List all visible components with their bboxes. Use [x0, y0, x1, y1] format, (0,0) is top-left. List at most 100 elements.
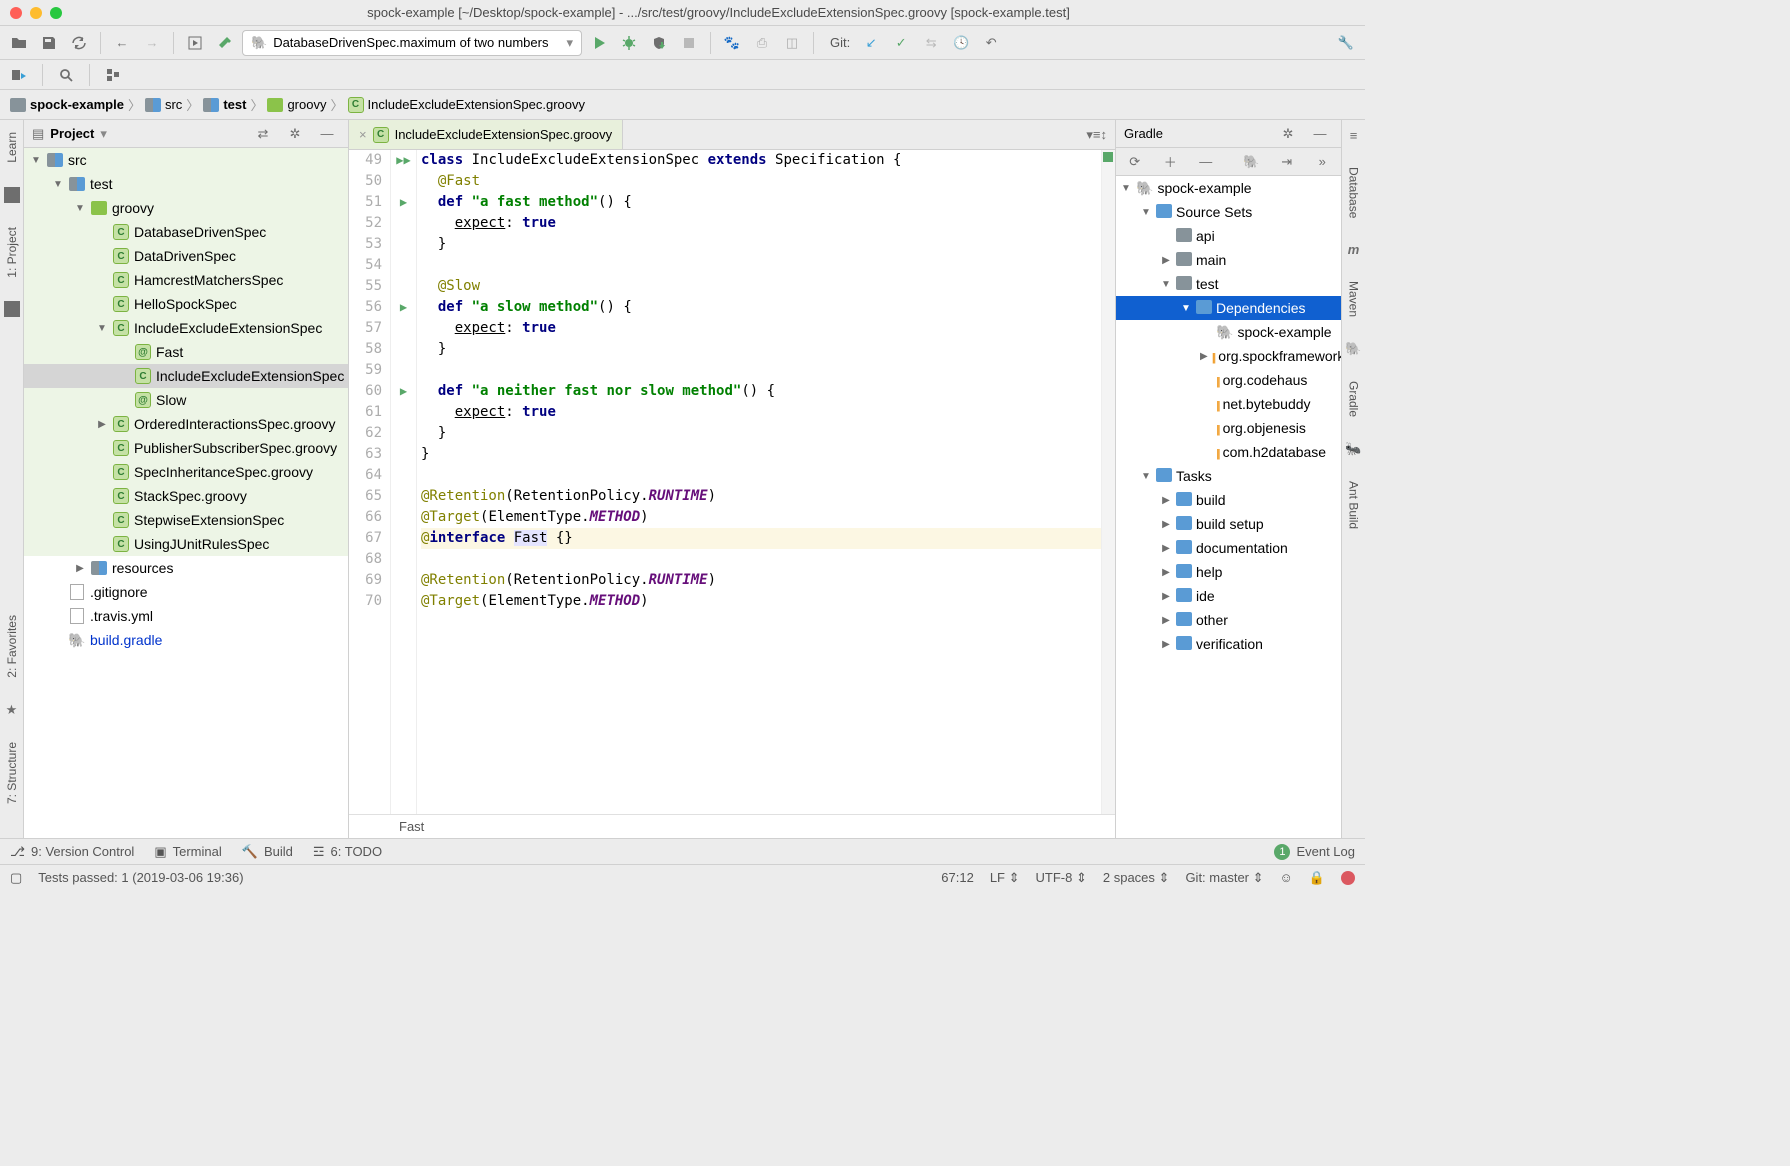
- panel-title[interactable]: Project: [50, 126, 94, 141]
- tree-row[interactable]: ▶verification: [1116, 632, 1341, 656]
- expand-arrow-icon[interactable]: ▼: [1120, 183, 1132, 194]
- tree-row[interactable]: .travis.yml: [24, 604, 348, 628]
- gradle-elephant-icon[interactable]: 🐘: [1239, 149, 1265, 175]
- caret-position[interactable]: 67:12: [941, 870, 974, 885]
- git-compare-icon[interactable]: ⇆: [918, 30, 944, 56]
- tree-row[interactable]: .gitignore: [24, 580, 348, 604]
- expand-arrow-icon[interactable]: ▼: [74, 203, 86, 214]
- tool-build[interactable]: 🔨Build: [242, 844, 293, 860]
- select-in-icon[interactable]: [6, 62, 32, 88]
- lock-icon[interactable]: 🔒: [1309, 870, 1325, 886]
- indent[interactable]: 2 spaces ⇕: [1103, 870, 1170, 886]
- gradle-tree[interactable]: ▼🐘spock-example▼Source Setsapi▶main▼test…: [1116, 176, 1341, 838]
- git-commit-icon[interactable]: ✓: [888, 30, 914, 56]
- chevron-down-icon[interactable]: ▾: [100, 126, 107, 142]
- tree-row[interactable]: ▶other: [1116, 608, 1341, 632]
- gear-icon[interactable]: ✲: [282, 121, 308, 147]
- line-separator[interactable]: LF ⇕: [990, 870, 1020, 886]
- tree-row[interactable]: CSpecInheritanceSpec.groovy: [24, 460, 348, 484]
- breadcrumb-item[interactable]: groovy: [267, 97, 326, 113]
- tree-row[interactable]: ▼test: [24, 172, 348, 196]
- hammer-icon[interactable]: [212, 30, 238, 56]
- expand-arrow-icon[interactable]: ▶: [1200, 351, 1208, 362]
- expand-arrow-icon[interactable]: ▼: [1180, 303, 1192, 314]
- expand-arrow-icon[interactable]: ▼: [30, 155, 42, 166]
- tree-row[interactable]: ▼test: [1116, 272, 1341, 296]
- tree-row[interactable]: @Fast: [24, 340, 348, 364]
- profiler-icon[interactable]: 🐾: [719, 30, 745, 56]
- tree-row[interactable]: ▼CIncludeExcludeExtensionSpec: [24, 316, 348, 340]
- tree-row[interactable]: CDataDrivenSpec: [24, 244, 348, 268]
- project-tree[interactable]: ▼src▼test▼groovyCDatabaseDrivenSpecCData…: [24, 148, 348, 838]
- gear-icon[interactable]: ✲: [1275, 121, 1301, 147]
- zoom-window-icon[interactable]: [50, 7, 62, 19]
- tree-row[interactable]: @Slow: [24, 388, 348, 412]
- encoding[interactable]: UTF-8 ⇕: [1036, 870, 1087, 886]
- attach-icon[interactable]: ⎙: [749, 30, 775, 56]
- error-badge-icon[interactable]: [1341, 871, 1355, 885]
- event-log[interactable]: 1Event Log: [1274, 844, 1355, 860]
- tool-version-control[interactable]: ⎇9: Version Control: [10, 844, 134, 860]
- tree-row[interactable]: ▶resources: [24, 556, 348, 580]
- expand-arrow-icon[interactable]: ▼: [1160, 279, 1172, 290]
- tool-tab-maven[interactable]: Maven: [1345, 277, 1363, 321]
- breadcrumb-item[interactable]: CIncludeExcludeExtensionSpec.groovy: [348, 97, 586, 113]
- tree-row[interactable]: ▶COrderedInteractionsSpec.groovy: [24, 412, 348, 436]
- tree-row[interactable]: CPublisherSubscriberSpec.groovy: [24, 436, 348, 460]
- open-icon[interactable]: [6, 30, 32, 56]
- inspector-icon[interactable]: ☺: [1280, 870, 1293, 885]
- tree-row[interactable]: |||net.bytebuddy: [1116, 392, 1341, 416]
- hide-icon[interactable]: —: [314, 121, 340, 147]
- tree-row[interactable]: CHamcrestMatchersSpec: [24, 268, 348, 292]
- minus-icon[interactable]: —: [1193, 149, 1219, 175]
- tree-row[interactable]: |||org.objenesis: [1116, 416, 1341, 440]
- git-revert-icon[interactable]: ↶: [978, 30, 1004, 56]
- search-icon[interactable]: [53, 62, 79, 88]
- refresh-icon[interactable]: ⟳: [1122, 149, 1148, 175]
- reader-mode-icon[interactable]: ▾≡↕: [1086, 127, 1107, 143]
- stop-icon[interactable]: [676, 30, 702, 56]
- editor-body[interactable]: 4950515253545556575859606162636465666768…: [349, 150, 1115, 814]
- expand-arrow-icon[interactable]: ▶: [1160, 639, 1172, 650]
- tree-row[interactable]: 🐘spock-example: [1116, 320, 1341, 344]
- expand-arrow-icon[interactable]: ▼: [96, 323, 108, 334]
- breadcrumb-item[interactable]: spock-example: [10, 97, 124, 113]
- expand-arrow-icon[interactable]: ▼: [1140, 471, 1152, 482]
- more-icon[interactable]: »: [1310, 149, 1336, 175]
- tree-row[interactable]: ▶|||org.spockframework: [1116, 344, 1341, 368]
- git-history-icon[interactable]: 🕓: [948, 30, 974, 56]
- structure-icon[interactable]: [100, 62, 126, 88]
- forward-icon[interactable]: →: [139, 30, 165, 56]
- expand-arrow-icon[interactable]: ▼: [1140, 207, 1152, 218]
- tree-row[interactable]: ▼groovy: [24, 196, 348, 220]
- tree-row[interactable]: CDatabaseDrivenSpec: [24, 220, 348, 244]
- tool-todo[interactable]: ☲6: TODO: [313, 844, 382, 860]
- scroll-from-icon[interactable]: ⇄: [250, 121, 276, 147]
- tree-row[interactable]: CStackSpec.groovy: [24, 484, 348, 508]
- tool-tab-favorites[interactable]: 2: Favorites: [3, 611, 21, 682]
- back-icon[interactable]: ←: [109, 30, 135, 56]
- build-icon[interactable]: [182, 30, 208, 56]
- expand-arrow-icon[interactable]: ▶: [1160, 567, 1172, 578]
- tree-row[interactable]: ▼Tasks: [1116, 464, 1341, 488]
- editor-breadcrumb[interactable]: Fast: [349, 814, 1115, 838]
- tool-windows-icon[interactable]: ▢: [10, 870, 22, 886]
- git-update-icon[interactable]: ↙: [858, 30, 884, 56]
- tree-row[interactable]: ▶ide: [1116, 584, 1341, 608]
- expand-arrow-icon[interactable]: ▶: [1160, 495, 1172, 506]
- expand-icon[interactable]: ⇥: [1274, 149, 1300, 175]
- editor-tab[interactable]: × C IncludeExcludeExtensionSpec.groovy: [349, 120, 623, 149]
- expand-arrow-icon[interactable]: ▼: [52, 179, 64, 190]
- tree-row[interactable]: ▼Dependencies: [1116, 296, 1341, 320]
- plus-icon[interactable]: ＋: [1158, 149, 1184, 175]
- box-icon[interactable]: ◫: [779, 30, 805, 56]
- breadcrumb-item[interactable]: test: [203, 97, 246, 113]
- expand-arrow-icon[interactable]: ▶: [1160, 615, 1172, 626]
- wrench-icon[interactable]: 🔧: [1333, 30, 1359, 56]
- git-branch[interactable]: Git: master ⇕: [1185, 870, 1263, 886]
- tree-row[interactable]: api: [1116, 224, 1341, 248]
- coverage-icon[interactable]: [646, 30, 672, 56]
- tree-row[interactable]: ▶build setup: [1116, 512, 1341, 536]
- hide-icon[interactable]: —: [1307, 121, 1333, 147]
- tool-terminal[interactable]: ▣Terminal: [154, 844, 221, 860]
